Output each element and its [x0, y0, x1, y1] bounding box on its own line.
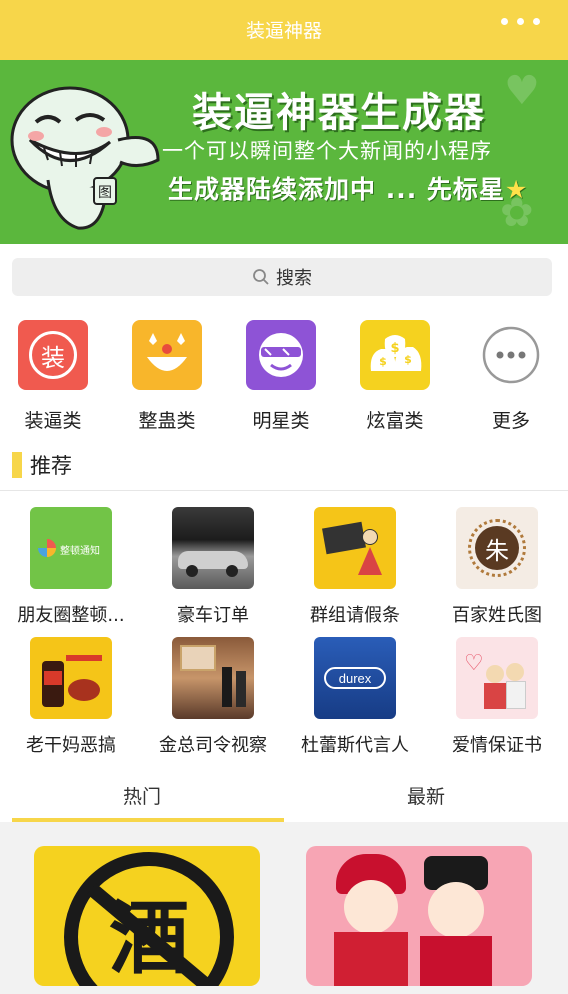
- love-hearts-thumb: ♡: [456, 637, 538, 719]
- title-bar: 装逼神器: [0, 0, 568, 60]
- item-label: 金总司令视察: [159, 735, 267, 756]
- search-label: 搜索: [276, 268, 312, 289]
- category-label: 更多: [491, 410, 530, 432]
- recommend-item-leave-note[interactable]: 群组请假条: [284, 507, 426, 627]
- category-label: 明星类: [252, 410, 310, 432]
- no-alcohol-sign-thumb: 酒: [34, 846, 260, 986]
- zhuang-char-icon: 装: [18, 320, 88, 390]
- search-icon: [253, 269, 269, 285]
- star-icon: ★: [504, 175, 529, 204]
- banner-subtitle: 一个可以瞬间整个大新闻的小程序: [162, 139, 492, 163]
- tab-hot[interactable]: 热门: [0, 770, 284, 822]
- item-label: 百家姓氏图: [452, 605, 542, 626]
- durex-logo-thumb: durex: [314, 637, 396, 719]
- money-bags-icon: $ $ $: [360, 320, 430, 390]
- tab-latest[interactable]: 最新: [284, 770, 568, 822]
- banner-tagline: 生成器陆续添加中 ... 先标星★: [168, 175, 529, 204]
- section-accent-bar: [12, 452, 22, 478]
- promo-banner[interactable]: ♥ ✿ 图 装逼神器生成器 一个可以瞬间整个大新闻的小程序 生成器陆续添加中 .…: [0, 60, 568, 244]
- category-prank[interactable]: 整蛊类: [122, 320, 212, 433]
- wechat-moments-notice-thumb: 整顿通知: [30, 507, 112, 589]
- item-label: 群组请假条: [310, 605, 400, 626]
- clown-face-icon: [132, 320, 202, 390]
- app-title: 装逼神器: [245, 20, 322, 42]
- leave-note-thumb: [314, 507, 396, 589]
- recommend-item-inspection[interactable]: 金总司令视察: [142, 637, 284, 757]
- heart-deco-icon: ♥: [504, 68, 540, 114]
- surname-seal-thumb: 朱: [456, 507, 538, 589]
- category-celebrity[interactable]: 明星类: [236, 320, 326, 433]
- sunglasses-face-icon: [246, 320, 316, 390]
- feed-card-no-alcohol[interactable]: 酒: [34, 846, 260, 986]
- recommend-header: 推荐: [12, 450, 72, 480]
- item-label: 爱情保证书: [452, 735, 542, 756]
- category-zhuangbi[interactable]: 装 装逼类: [8, 320, 98, 433]
- recommend-item-durex[interactable]: durex 杜蕾斯代言人: [284, 637, 426, 757]
- search-bar[interactable]: 搜索: [12, 258, 552, 296]
- item-label: 豪车订单: [177, 605, 249, 626]
- banner-title: 装逼神器生成器: [192, 90, 486, 136]
- recommend-item-laoganma[interactable]: 老干妈恶搞: [0, 637, 142, 757]
- divider: [0, 490, 568, 491]
- svg-text:$: $: [379, 355, 387, 368]
- tab-bar: 热门 最新: [0, 770, 568, 822]
- category-label: 整蛊类: [138, 410, 196, 432]
- inspection-photo-thumb: [172, 637, 254, 719]
- more-circle-icon: [476, 320, 546, 390]
- recommend-title: 推荐: [30, 454, 72, 478]
- item-label: 朋友圈整顿...: [17, 605, 125, 626]
- wedding-couple-thumb: [306, 846, 532, 986]
- recommend-item-love-pledge[interactable]: ♡ 爱情保证书: [426, 637, 568, 757]
- item-label: 老干妈恶搞: [26, 735, 116, 756]
- category-label: 装逼类: [24, 410, 82, 432]
- recommend-item-moments-notice[interactable]: 整顿通知 朋友圈整顿...: [0, 507, 142, 627]
- luxury-car-thumb: [172, 507, 254, 589]
- category-rich[interactable]: $ $ $ 炫富类: [350, 320, 440, 433]
- svg-text:图: 图: [98, 185, 112, 201]
- category-more[interactable]: 更多: [466, 320, 556, 433]
- recommend-item-surname[interactable]: 朱 百家姓氏图: [426, 507, 568, 627]
- svg-text:$: $: [390, 341, 399, 356]
- laoganma-jar-thumb: [30, 637, 112, 719]
- svg-text:$: $: [404, 353, 412, 366]
- feed-card-wedding[interactable]: [306, 846, 532, 986]
- category-label: 炫富类: [366, 410, 424, 432]
- item-label: 杜蕾斯代言人: [301, 735, 409, 756]
- recommend-item-luxury-car[interactable]: 豪车订单: [142, 507, 284, 627]
- grinning-mascot-icon: 图: [10, 86, 160, 230]
- more-dots-icon[interactable]: [501, 18, 540, 25]
